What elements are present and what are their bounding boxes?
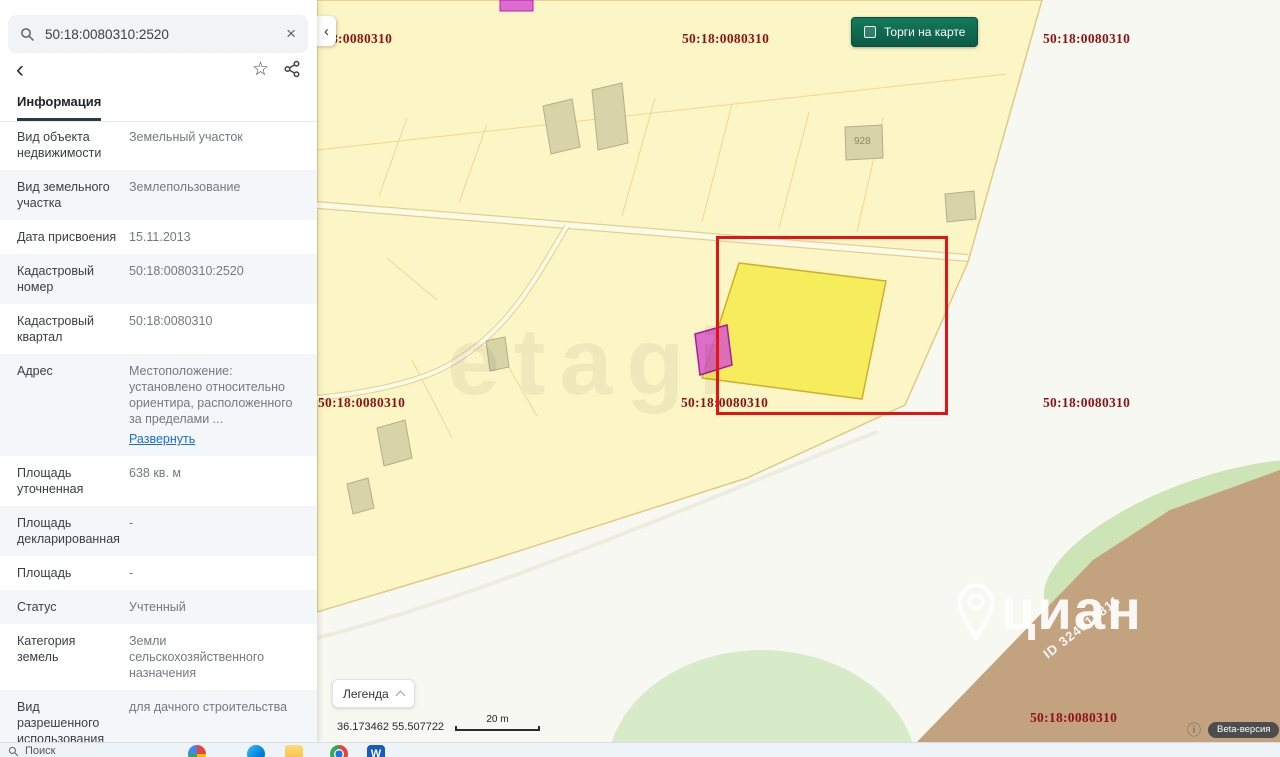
share-icon[interactable] [283,60,301,78]
table-row: Вид объекта недвижимости Земельный участ… [0,120,317,170]
row-value: Землепользование [129,179,300,211]
table-row: Категория земель Земли сельскохозяйствен… [0,624,317,690]
row-value: Учтенный [129,599,300,615]
quarter-label: 50:18:0080310 [1043,395,1130,411]
object-toolbar: ‹ ☆ [0,56,317,88]
quarter-label: 50:18:0080310 [318,395,405,411]
info-sidebar: 50:18:0080310:2520 × ‹ ☆ Информация Вид … [0,0,317,742]
beta-badge: Beta-версия [1208,722,1279,738]
tab-bar: Информация [0,88,317,122]
row-label: Площадь [17,565,117,581]
building-number-label: 928 [854,136,871,147]
collapse-sidebar-button[interactable]: ‹ [317,16,336,46]
table-row: Дата присвоения 15.11.2013 [0,220,317,254]
row-label: Вид разрешенного использования [17,699,117,742]
quarter-label: 50:18:0080310 [682,31,769,47]
table-row-address: Адрес Местоположение: установлено относи… [0,354,317,456]
building [592,83,628,150]
scale-label: 20 m [455,714,540,725]
app-window: 50:18:0080310:2520 × ‹ ☆ Информация Вид … [0,0,1280,757]
info-icon[interactable]: ⓘ [1187,723,1201,737]
row-label: Площадь декларированная [17,515,117,547]
quarter-label: 50:18:0080310 [1030,710,1117,726]
selection-rectangle [716,236,948,415]
legend-button[interactable]: Легенда [332,679,415,708]
search-input[interactable]: 50:18:0080310:2520 [45,27,276,42]
table-row: Площадь декларированная - [0,506,317,556]
auctions-on-map-button[interactable]: Торги на карте [851,17,978,47]
row-label: Статус [17,599,117,615]
pink-parcel-top[interactable] [500,0,533,11]
windows-taskbar[interactable]: Поиск W [0,742,1280,757]
expand-link[interactable]: Развернуть [129,431,195,447]
table-row: Площадь уточненная 638 кв. м [0,456,317,506]
table-row: Кадастровый квартал 50:18:0080310 [0,304,317,354]
row-value: 15.11.2013 [129,229,300,245]
building [377,420,412,466]
address-text: Местоположение: установлено относительно… [129,364,292,426]
scale-line [455,726,540,731]
row-label: Кадастровый номер [17,263,117,295]
row-label: Категория земель [17,633,117,681]
file-explorer-icon[interactable] [285,745,303,757]
row-label: Вид земельного участка [17,179,117,211]
scale-bar: 20 m [455,714,540,731]
row-value: - [129,565,300,581]
row-label: Кадастровый квартал [17,313,117,345]
table-row: Статус Учтенный [0,590,317,624]
table-row: Вид разрешенного использования для дачно… [0,690,317,742]
tab-information[interactable]: Информация [17,88,101,121]
search-icon [20,27,35,42]
search-box[interactable]: 50:18:0080310:2520 × [8,15,308,53]
favorite-star-icon[interactable]: ☆ [252,58,269,81]
chrome-icon[interactable] [330,745,348,757]
edge-icon[interactable] [247,745,265,757]
legend-label: Легенда [343,687,389,701]
photos-app-icon[interactable] [188,745,206,757]
row-value: Земли сельскохозяйственного назначения [129,633,300,681]
table-row: Кадастровый номер 50:18:0080310:2520 [0,254,317,304]
table-row: Вид земельного участка Землепользование [0,170,317,220]
row-value: 50:18:0080310 [129,313,300,345]
word-icon[interactable]: W [367,745,385,757]
row-value: 50:18:0080310:2520 [129,263,300,295]
clear-search-icon[interactable]: × [286,24,296,44]
table-row: Площадь - [0,556,317,590]
row-value: 638 кв. м [129,465,300,497]
building [945,191,976,222]
search-icon [8,746,19,757]
attributes-table: Вид объекта недвижимости Земельный участ… [0,120,317,742]
cadastral-map[interactable]: 50:18:0080310 50:18:0080310 50:18:008031… [317,0,1280,742]
row-value: Земельный участок [129,129,300,161]
cursor-coordinates: 36.173462 55.507722 [337,721,444,733]
row-label: Площадь уточненная [17,465,117,497]
chevron-up-icon [395,690,405,700]
row-value: для дачного строительства [129,699,300,742]
pin-icon [955,582,997,640]
row-value: - [129,515,300,547]
back-button[interactable]: ‹ [16,56,24,84]
row-label: Дата присвоения [17,229,117,245]
row-label: Вид объекта недвижимости [17,129,117,161]
row-label: Адрес [17,363,117,447]
auctions-label: Торги на карте [884,25,965,39]
row-value: Местоположение: установлено относительно… [129,363,300,447]
quarter-label: 50:18:0080310 [1043,31,1130,47]
brand-watermark: циан [955,582,1143,640]
taskbar-search-label: Поиск [25,745,55,757]
taskbar-search[interactable]: Поиск [8,745,55,757]
auctions-checkbox[interactable] [864,26,876,38]
